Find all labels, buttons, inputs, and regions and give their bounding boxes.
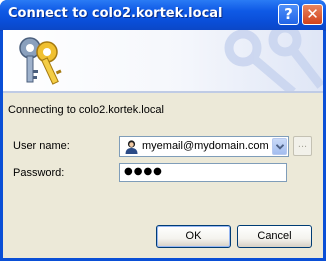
banner <box>3 30 323 91</box>
dropdown-button[interactable] <box>272 138 287 155</box>
username-combobox[interactable]: myemail@mydomain.com <box>119 136 289 157</box>
watermark-keys-icon <box>224 30 323 91</box>
banner-divider <box>3 91 323 93</box>
password-field[interactable]: ●●●● <box>119 163 287 182</box>
dialog-body: Connecting to colo2.kortek.local User na… <box>3 30 323 258</box>
chevron-down-icon <box>276 144 284 150</box>
close-button[interactable]: ✕ <box>302 4 323 25</box>
title-bar[interactable]: Connect to colo2.kortek.local ? ✕ <box>0 0 326 31</box>
username-value: myemail@mydomain.com <box>142 140 269 152</box>
help-button[interactable]: ? <box>278 4 299 25</box>
browse-button[interactable]: ... <box>293 136 312 156</box>
keys-icon <box>19 37 62 85</box>
ok-button[interactable]: OK <box>156 225 231 248</box>
cancel-button[interactable]: Cancel <box>237 225 312 248</box>
username-label: User name: <box>13 140 70 152</box>
login-dialog-window: Connect to colo2.kortek.local ? ✕ Connec… <box>0 0 326 261</box>
password-label: Password: <box>13 167 65 179</box>
user-icon <box>125 140 138 154</box>
connecting-message: Connecting to colo2.kortek.local <box>8 104 164 116</box>
window-title: Connect to colo2.kortek.local <box>8 6 223 21</box>
